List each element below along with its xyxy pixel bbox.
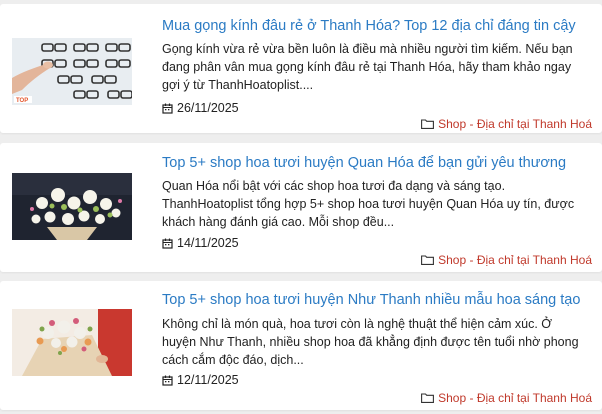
article-date: 14/11/2025 [162,236,239,250]
flower-bouquet-photo [12,173,132,240]
article-category-text: Shop - Địa chỉ tại Thanh Hoá [438,117,592,131]
article-category[interactable]: Shop - Địa chỉ tại Thanh Hoá [421,117,592,131]
article-category[interactable]: Shop - Địa chỉ tại Thanh Hoá [421,391,592,405]
eyeglasses-photo: TOP [12,38,132,105]
article-title[interactable]: Top 5+ shop hoa tươi huyện Quan Hóa để b… [162,154,588,173]
article-card: Top 5+ shop hoa tươi huyện Như Thanh nhi… [0,281,602,410]
calendar-icon [162,375,173,386]
article-thumbnail[interactable] [12,173,132,240]
thumbnail-badge: TOP [16,98,28,104]
article-thumbnail[interactable]: TOP [12,38,132,105]
article-category[interactable]: Shop - Địa chỉ tại Thanh Hoá [421,253,592,267]
article-date: 26/11/2025 [162,101,239,115]
folder-icon [421,255,435,265]
article-date-text: 26/11/2025 [177,101,239,115]
calendar-icon [162,103,173,114]
folder-icon [421,393,435,403]
folder-icon [421,119,435,129]
article-thumbnail[interactable] [12,309,132,376]
article-title[interactable]: Top 5+ shop hoa tươi huyện Như Thanh nhi… [162,291,588,310]
article-date-text: 14/11/2025 [177,236,239,250]
article-excerpt: Không chỉ là món quà, hoa tươi còn là ng… [162,317,579,367]
flower-bouquet-photo [12,309,132,376]
article-excerpt: Gọng kính vừa rẻ vừa bền luôn là điều mà… [162,42,573,92]
article-list: TOP Mua gọng kính đâu rẻ ở Thanh Hóa? To… [0,0,602,414]
article-card: TOP Mua gọng kính đâu rẻ ở Thanh Hóa? To… [0,4,602,133]
article-category-text: Shop - Địa chỉ tại Thanh Hoá [438,253,592,267]
article-date: 12/11/2025 [162,373,239,387]
article-date-text: 12/11/2025 [177,373,239,387]
calendar-icon [162,238,173,249]
article-excerpt: Quan Hóa nổi bật với các shop hoa tươi đ… [162,179,575,229]
article-title[interactable]: Mua gọng kính đâu rẻ ở Thanh Hóa? Top 12… [162,17,588,36]
article-card: Top 5+ shop hoa tươi huyện Quan Hóa để b… [0,143,602,272]
article-category-text: Shop - Địa chỉ tại Thanh Hoá [438,391,592,405]
